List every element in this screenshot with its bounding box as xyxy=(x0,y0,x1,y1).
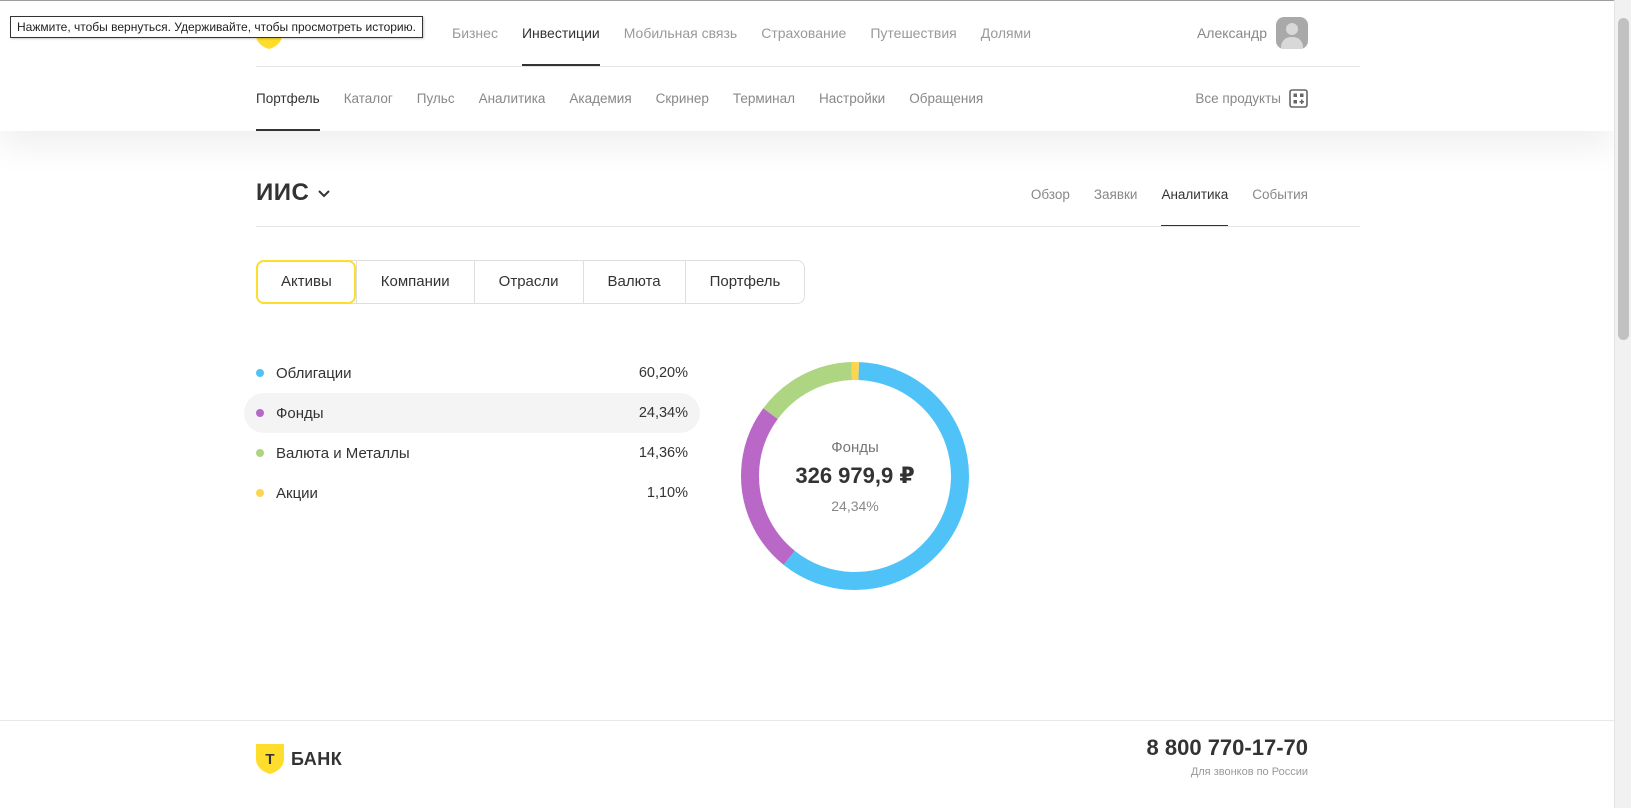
all-products-label: Все продукты xyxy=(1195,91,1281,106)
segment-button[interactable]: Отрасли xyxy=(473,261,583,303)
legend-label: Акции xyxy=(276,484,318,502)
allocation-donut-chart xyxy=(735,356,975,596)
back-button-tooltip: Нажмите, чтобы вернуться. Удерживайте, ч… xyxy=(10,16,423,38)
account-title: ИИС xyxy=(256,179,310,206)
sub-nav-item[interactable]: Портфель xyxy=(256,67,320,131)
top-nav-item[interactable]: Страхование xyxy=(761,1,846,66)
legend-percent: 14,36% xyxy=(638,445,688,461)
legend-percent: 1,10% xyxy=(646,485,688,501)
analytics-segments: Активы Компании Отрасли Валюта Портфель xyxy=(256,260,806,304)
legend-dot xyxy=(256,369,264,377)
page: Бизнес Инвестиции Мобильная связь Страхован… xyxy=(0,0,1614,808)
legend-label: Облигации xyxy=(276,364,352,382)
sub-nav-item[interactable]: Скринер xyxy=(656,67,709,131)
user-menu[interactable]: Александр xyxy=(1197,17,1308,49)
shield-logo-icon: Т xyxy=(256,744,284,774)
all-products-link[interactable]: Все продукты xyxy=(1195,89,1308,108)
account-tab[interactable]: Заявки xyxy=(1094,177,1138,227)
avatar[interactable] xyxy=(1276,17,1308,49)
top-nav-item[interactable]: Мобильная связь xyxy=(624,1,737,66)
top-nav-item[interactable]: Бизнес xyxy=(452,1,498,66)
legend-percent: 24,34% xyxy=(638,405,688,421)
footer-logo[interactable]: Т БАНК xyxy=(256,744,342,774)
allocation-legend: Облигации 60,20% Фонды 24,34% Валюта и Метал… xyxy=(244,353,700,513)
legend-dot xyxy=(256,449,264,457)
sub-nav-item[interactable]: Академия xyxy=(569,67,631,131)
legend-dot xyxy=(256,409,264,417)
account-tab[interactable]: Обзор xyxy=(1031,177,1070,227)
account-tabs: Обзор Заявки Аналитика События xyxy=(1007,177,1308,227)
sub-nav-item[interactable]: Пульс xyxy=(417,67,455,131)
sub-nav: Портфель Каталог Пульс Аналитика Академия Скр… xyxy=(256,67,1007,131)
account-tab[interactable]: События xyxy=(1252,177,1308,227)
phone-number[interactable]: 8 800 770-17-70 xyxy=(1147,735,1308,761)
sub-nav-item[interactable]: Настройки xyxy=(819,67,885,131)
legend-dot xyxy=(256,489,264,497)
scrollbar-thumb[interactable] xyxy=(1618,18,1629,340)
chevron-down-icon xyxy=(318,190,331,198)
segment-button[interactable]: Портфель xyxy=(684,261,805,303)
sub-nav-item[interactable]: Каталог xyxy=(344,67,393,131)
segment-button[interactable]: Компании xyxy=(355,261,474,303)
segment-button[interactable]: Валюта xyxy=(582,261,685,303)
vertical-scrollbar[interactable] xyxy=(1614,0,1631,808)
support-phone: 8 800 770-17-70 Для звонков по России xyxy=(1147,735,1308,778)
legend-row[interactable]: Фонды 24,34% xyxy=(244,393,700,433)
legend-label: Фонды xyxy=(276,404,324,422)
legend-row[interactable]: Акции 1,10% xyxy=(244,473,700,513)
user-name: Александр xyxy=(1196,25,1267,41)
legend-label: Валюта и Металлы xyxy=(276,444,410,462)
sub-nav-item[interactable]: Аналитика xyxy=(479,67,546,131)
legend-percent: 60,20% xyxy=(638,365,688,381)
legend-row[interactable]: Облигации 60,20% xyxy=(244,353,700,393)
footer-divider xyxy=(0,720,1614,721)
phone-hint: Для звонков по России xyxy=(1190,766,1308,778)
logo-letter: Т xyxy=(265,751,274,768)
account-tab[interactable]: Аналитика xyxy=(1161,177,1228,227)
top-nav-item[interactable]: Долями xyxy=(981,1,1031,66)
account-selector[interactable]: ИИС xyxy=(256,179,331,207)
legend-row[interactable]: Валюта и Металлы 14,36% xyxy=(244,433,700,473)
grid-plus-icon xyxy=(1289,89,1308,108)
top-nav: Бизнес Инвестиции Мобильная связь Страхован… xyxy=(452,1,1055,66)
sub-nav-item[interactable]: Обращения xyxy=(909,67,983,131)
footer-brand: БАНК xyxy=(291,748,343,769)
top-nav-item[interactable]: Инвестиции xyxy=(521,1,600,66)
sub-nav-item[interactable]: Терминал xyxy=(733,67,795,131)
donut-svg xyxy=(741,362,969,590)
content-divider xyxy=(256,226,1360,227)
segment-button[interactable]: Активы xyxy=(256,260,356,304)
top-nav-item[interactable]: Путешествия xyxy=(870,1,956,66)
